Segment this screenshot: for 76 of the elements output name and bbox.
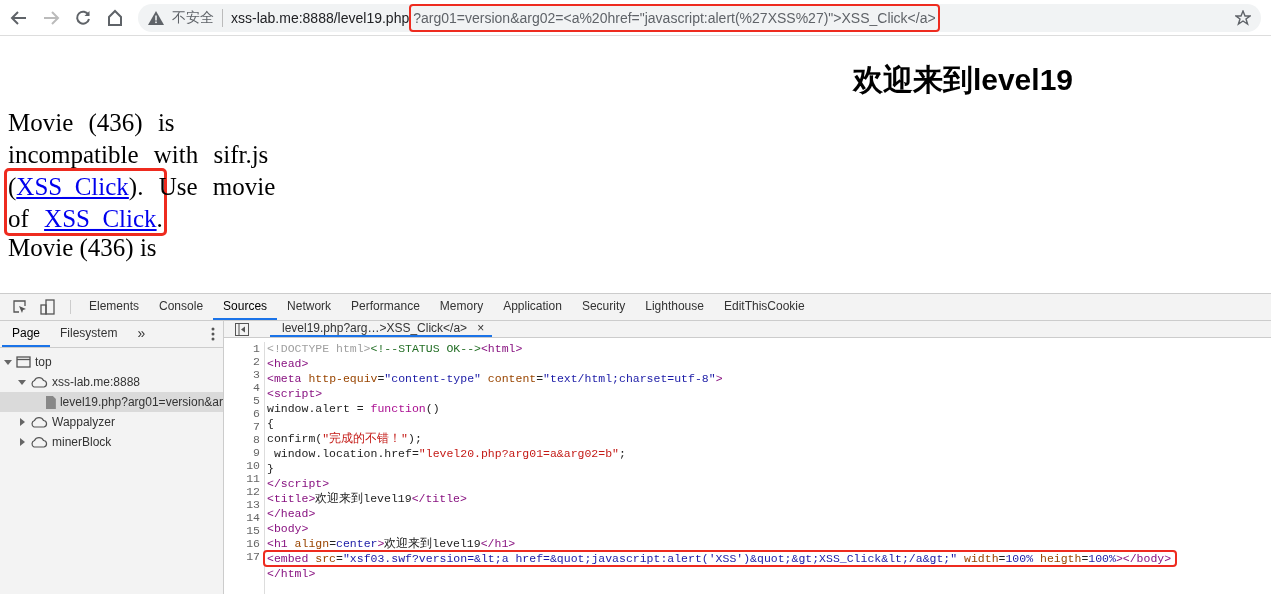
devtools-tab[interactable]: Performance (341, 294, 430, 320)
line-number: 10 (245, 459, 260, 472)
code-line: { (266, 416, 275, 432)
address-bar[interactable]: 不安全 xss-lab.me:8888/level19.php ?arg01=version&arg02=<a%20href="javascript:alert(%27XSS%27)">XSS_Click</a> (138, 3, 1261, 32)
line-number: 5 (252, 394, 260, 407)
warning-icon (148, 10, 164, 25)
code-line: <script> (266, 386, 324, 402)
code-line: </head> (266, 506, 317, 522)
back-icon[interactable] (10, 8, 28, 27)
frame-icon (16, 356, 31, 368)
devtools-tab[interactable]: Lighthouse (635, 294, 714, 320)
code-line: <title>欢迎来到level19</title> (266, 491, 468, 507)
collapse-arrow-icon[interactable] (18, 438, 26, 446)
more-options-icon[interactable] (211, 327, 215, 341)
code-line: </script> (266, 476, 331, 492)
devtools-tab[interactable]: Elements (79, 294, 150, 320)
collapse-arrow-icon[interactable] (18, 418, 26, 426)
code-line: confirm("完成的不错！"); (266, 431, 423, 447)
line-number: 13 (245, 498, 260, 511)
cloud-icon (30, 376, 48, 388)
link[interactable]: XSS_Click (44, 205, 157, 232)
reload-icon[interactable] (74, 8, 92, 27)
line-number: 16 (245, 537, 260, 550)
cloud-icon (30, 416, 48, 428)
security-label: 不安全 (172, 8, 223, 27)
line-number: 12 (245, 485, 260, 498)
line-number: 9 (252, 446, 260, 459)
sidebar-toggle-icon[interactable] (235, 322, 249, 336)
tree-item[interactable]: level19.php?arg01=version&ar (0, 392, 223, 412)
code-line: window.location.href="level20.php?arg01=a&arg02=b"; (272, 446, 627, 462)
page-heading: 欢迎来到level19 (852, 62, 1073, 98)
navigator-tab[interactable]: Filesystem (50, 321, 128, 347)
code-line: <meta http-equiv="content-type" content="text/html;charset=utf-8"> (266, 371, 724, 387)
devtools-tab[interactable]: Application (493, 294, 572, 320)
line-number: 4 (252, 381, 260, 394)
code-line: <!DOCTYPE html><!--STATUS OK--><html> (266, 341, 524, 357)
tree-item[interactable]: minerBlock (0, 432, 223, 452)
navigator-tab[interactable]: Page (2, 321, 51, 347)
star-icon[interactable] (1235, 9, 1251, 26)
devtools-tab[interactable]: Security (571, 294, 636, 320)
url-query: ?arg01=version&arg02=<a%20href="javascript:alert(%27XSS%27)">XSS_Click</a> (409, 3, 940, 32)
inspect-icon[interactable] (12, 299, 28, 315)
file-icon (46, 395, 56, 409)
expand-arrow-icon[interactable] (18, 378, 26, 386)
paragraph: Movie (436) is (8, 235, 158, 261)
code-line: <h1 align=center>欢迎来到level19</h1> (266, 536, 517, 552)
line-number: 11 (245, 472, 260, 485)
devtools-tab[interactable]: Console (149, 294, 214, 320)
code-line: } (266, 461, 275, 477)
cloud-icon (30, 436, 48, 448)
line-number: 14 (245, 511, 260, 524)
line-number: 3 (252, 368, 260, 381)
url-host: xss-lab.me:8888/level19.php (231, 9, 410, 26)
line-number: 7 (252, 420, 260, 433)
tree-item[interactable]: xss-lab.me:8888 (0, 372, 223, 392)
close-icon[interactable]: × (477, 321, 485, 335)
expand-arrow-icon[interactable] (4, 358, 12, 366)
link[interactable]: XSS_Click (16, 173, 129, 200)
code-line: <body> (266, 521, 310, 537)
tree-item[interactable]: top (0, 352, 223, 372)
device-icon[interactable] (40, 299, 56, 315)
code-line: </html> (266, 566, 317, 582)
devtools-tab[interactable]: EditThisCookie (713, 294, 815, 320)
line-number: 15 (245, 524, 260, 537)
line-number: 6 (252, 407, 260, 420)
home-icon[interactable] (106, 8, 124, 27)
line-number: 2 (252, 355, 260, 368)
devtools-tab[interactable]: Network (277, 294, 342, 320)
code-line: <head> (266, 356, 310, 372)
devtools-tab[interactable]: Memory (429, 294, 494, 320)
line-number: 1 (252, 342, 260, 355)
tree-item[interactable]: Wappalyzer (0, 412, 223, 432)
line-number: 17 (245, 550, 260, 563)
code-line: window.alert = function() (266, 401, 441, 417)
line-number: 8 (252, 433, 260, 446)
more-tabs-button[interactable]: » (127, 321, 156, 347)
